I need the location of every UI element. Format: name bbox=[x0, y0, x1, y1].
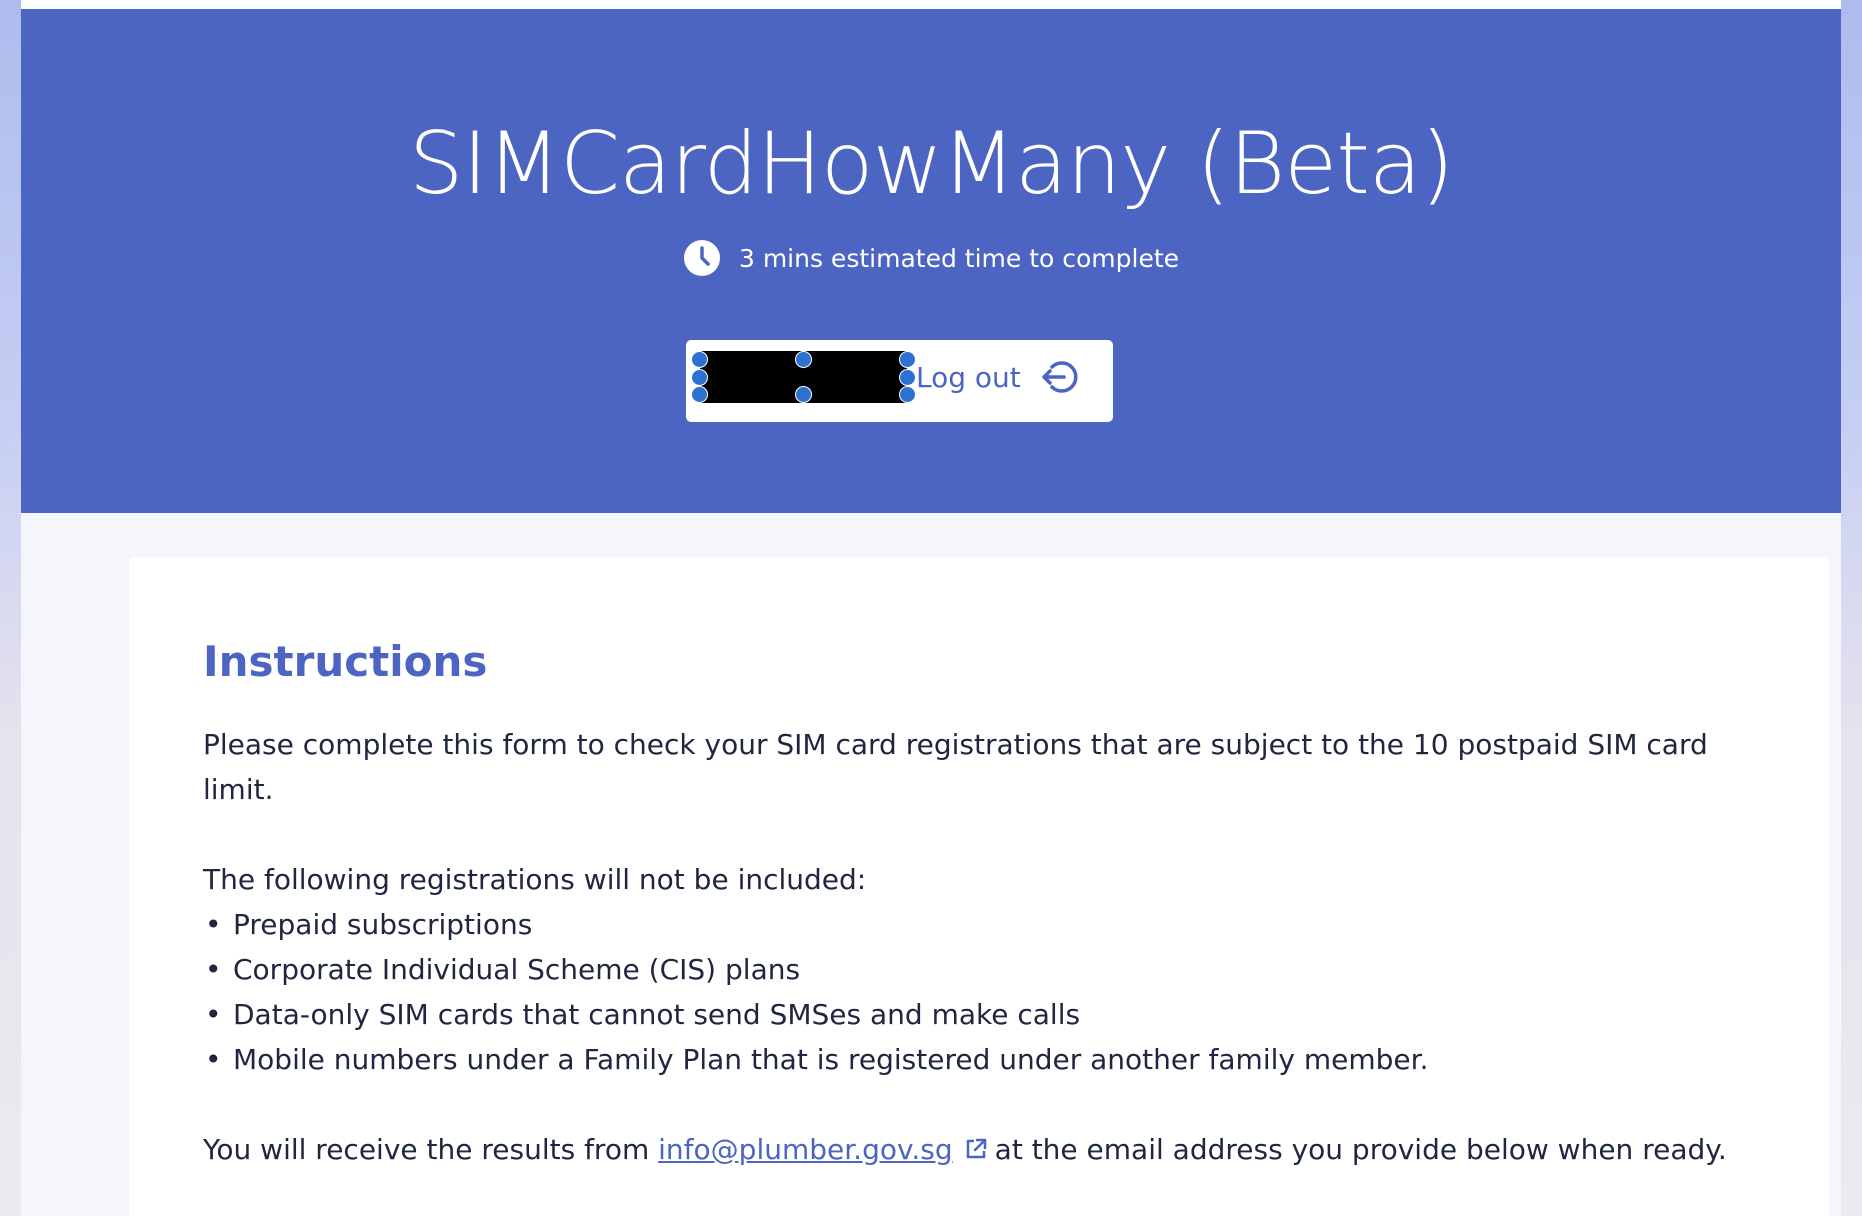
selection-handle[interactable] bbox=[691, 351, 708, 368]
logout-icon bbox=[1042, 361, 1078, 393]
page: SIMCardHowMany (Beta) 3 mins estimated t… bbox=[21, 0, 1841, 1216]
list-item: Prepaid subscriptions bbox=[203, 902, 1733, 947]
instructions-body: Please complete this form to check your … bbox=[203, 722, 1733, 1172]
estimated-time: 3 mins estimated time to complete bbox=[21, 239, 1841, 277]
list-item: Data-only SIM cards that cannot send SMS… bbox=[203, 992, 1733, 1037]
selection-handle[interactable] bbox=[795, 386, 812, 403]
top-strip bbox=[21, 0, 1841, 9]
email-link[interactable]: info@plumber.gov.sg bbox=[658, 1133, 953, 1166]
selection-handle[interactable] bbox=[899, 351, 916, 368]
form-header: SIMCardHowMany (Beta) 3 mins estimated t… bbox=[21, 9, 1841, 513]
selection-handle[interactable] bbox=[899, 369, 916, 386]
form-title: SIMCardHowMany (Beta) bbox=[408, 114, 1454, 214]
instructions-title: Instructions bbox=[203, 637, 488, 686]
instructions-intro: Please complete this form to check your … bbox=[203, 728, 1708, 806]
list-item: Mobile numbers under a Family Plan that … bbox=[203, 1037, 1733, 1082]
selection-handle[interactable] bbox=[899, 386, 916, 403]
instructions-card: Instructions Please complete this form t… bbox=[129, 557, 1829, 1216]
logout-label: Log out bbox=[916, 360, 1021, 394]
selection-handle[interactable] bbox=[691, 386, 708, 403]
external-link-icon[interactable] bbox=[963, 1136, 989, 1162]
estimated-time-label: 3 mins estimated time to complete bbox=[738, 243, 1180, 273]
exclusions-heading: The following registrations will not be … bbox=[203, 863, 867, 896]
exclusions-list: Prepaid subscriptions Corporate Individu… bbox=[203, 902, 1733, 1082]
logout-button[interactable]: Log out bbox=[916, 357, 1079, 397]
results-prefix: You will receive the results from bbox=[203, 1133, 650, 1166]
login-status-box: Log out bbox=[686, 340, 1113, 422]
list-item: Corporate Individual Scheme (CIS) plans bbox=[203, 947, 1733, 992]
clock-icon bbox=[683, 240, 720, 276]
selection-handle[interactable] bbox=[795, 351, 812, 368]
results-suffix: at the email address you provide below w… bbox=[994, 1133, 1727, 1166]
selection-handle[interactable] bbox=[691, 369, 708, 386]
results-note: You will receive the results from info@p… bbox=[203, 1127, 1733, 1172]
